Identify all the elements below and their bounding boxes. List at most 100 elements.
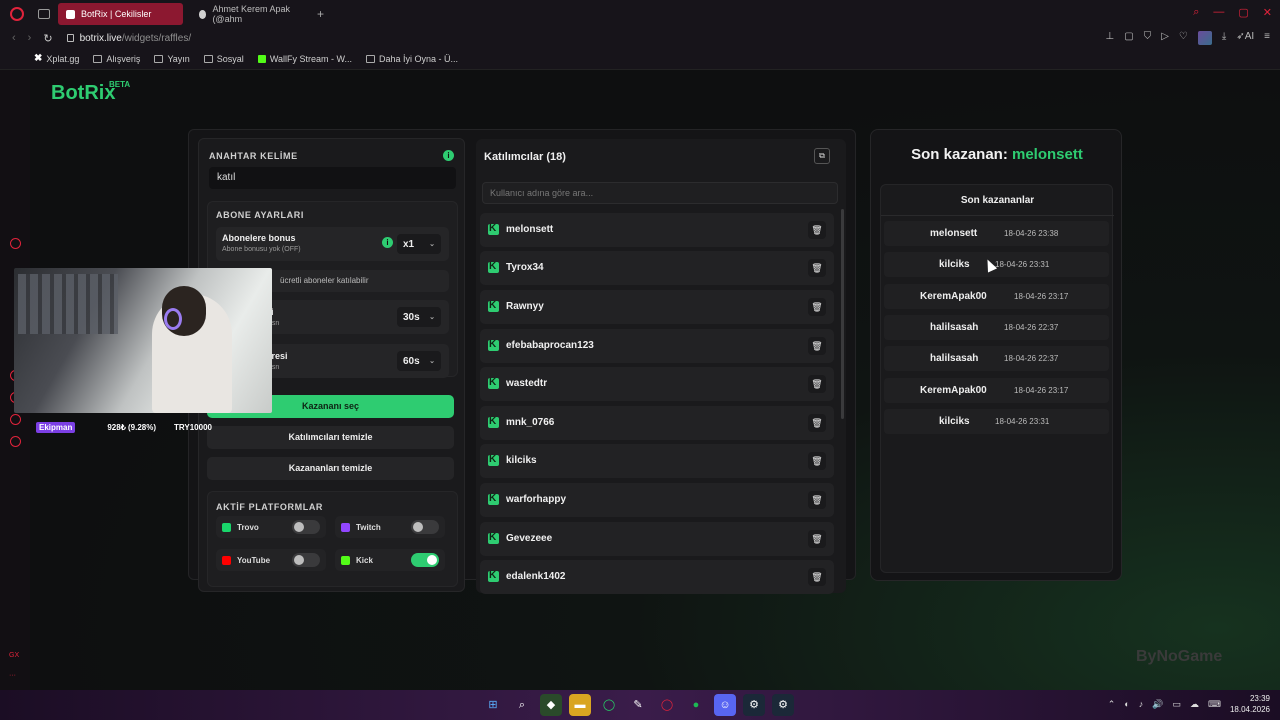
duration-select-2[interactable]: 60s ⌄ (397, 351, 441, 371)
chevron-up-icon[interactable]: ⌃ (1108, 699, 1116, 710)
kick-icon (488, 223, 499, 235)
bookmark-broadcast[interactable]: Yayın (154, 54, 190, 64)
settings-icon[interactable] (10, 436, 21, 447)
back-icon[interactable]: ‹ (12, 32, 16, 44)
search-icon[interactable]: ⌕ (511, 694, 533, 716)
paint-icon[interactable]: ✎ (627, 694, 649, 716)
bookmark-wallfy[interactable]: WallFy Stream - W... (257, 54, 352, 64)
pin-icon[interactable]: ⊥ (1106, 31, 1115, 45)
participant-name: kilciks (506, 455, 537, 466)
opera-logo-icon[interactable] (10, 7, 24, 21)
active-platforms: AKTİF PLATFORMLAR Trovo Twitch YouTube K… (207, 491, 458, 587)
url-field[interactable]: botrix.live/widgets/raffles/ (66, 33, 191, 44)
snapshot-icon[interactable]: ▢ (1124, 31, 1133, 45)
cloud-icon[interactable]: ☁ (1190, 699, 1199, 710)
spotify-icon[interactable]: ● (685, 694, 707, 716)
windows-start-icon[interactable]: ⊞ (482, 694, 504, 716)
winner-name: halilsasah (930, 353, 979, 364)
download-icon[interactable]: ⤓ (1222, 31, 1226, 45)
trash-icon[interactable]: 🗑 (808, 337, 826, 355)
close-icon[interactable]: ✕ (1263, 6, 1272, 19)
profile-avatar[interactable] (1197, 31, 1212, 45)
platform-label: Trovo (237, 522, 259, 532)
workspaces-icon[interactable] (38, 9, 50, 19)
discord-icon[interactable]: ☺ (714, 694, 736, 716)
file-explorer-icon[interactable]: ▬ (569, 694, 591, 716)
steam-icon[interactable]: ⚙ (743, 694, 765, 716)
info-icon[interactable]: i (443, 150, 454, 161)
last-winner-name: melonsett (1012, 146, 1083, 163)
taskbar: ⊞ ⌕ ◆ ▬ ◯ ✎ ◯ ● ☺ ⚙ ⚙ ⌃ ◐ ♪ 🔊 ▭ ☁ ⌨ 23:3… (0, 690, 1280, 720)
bookmark-play-better[interactable]: Daha İyi Oyna - Ü... (365, 54, 458, 64)
botrix-favicon-icon (66, 9, 75, 19)
address-bar: ‹ › ↻ botrix.live/widgets/raffles/ ⊥ ▢ ⛉… (0, 28, 1280, 48)
menu-icon[interactable]: ≡ (1264, 31, 1270, 45)
folder-icon (154, 54, 164, 63)
opera-gx-icon[interactable]: ◯ (656, 694, 678, 716)
trash-icon[interactable]: 🗑 (808, 491, 826, 509)
tab-botrix[interactable]: BotRix | Cekilisler (58, 3, 183, 25)
minimize-icon[interactable]: — (1213, 6, 1224, 19)
overlay-chip: Ekipman (36, 421, 76, 433)
botrix-logo[interactable]: BotRix BETA (51, 80, 130, 105)
app-icon[interactable]: ◆ (540, 694, 562, 716)
twitch-toggle[interactable] (411, 520, 439, 534)
steam-icon[interactable]: ⚙ (772, 694, 794, 716)
whatsapp-icon[interactable]: ◯ (598, 694, 620, 716)
app-tray-icon[interactable]: ◐ (1124, 699, 1129, 709)
bookmark-shopping[interactable]: Alışveriş (93, 54, 140, 64)
participant-name: wastedtr (506, 378, 548, 389)
heart-icon[interactable]: ♡ (1179, 31, 1188, 45)
maximize-icon[interactable]: ▢ (1238, 6, 1248, 19)
trash-icon[interactable]: 🗑 (808, 452, 826, 470)
play-icon[interactable]: ▷ (1161, 31, 1169, 45)
gx-corner-icon[interactable] (10, 238, 21, 249)
bookmark-label: Sosyal (216, 53, 244, 64)
duration-select-1[interactable]: 30s ⌄ (397, 307, 441, 327)
bookmark-social[interactable]: Sosyal (203, 53, 244, 64)
trash-icon[interactable]: 🗑 (808, 375, 826, 393)
participant-search-input[interactable]: Kullanıcı adına göre ara... (482, 182, 838, 204)
keyboard-icon[interactable]: ⌨ (1208, 699, 1221, 710)
speaker-icon[interactable]: 🔊 (1152, 699, 1163, 710)
kick-toggle[interactable] (411, 553, 439, 567)
reload-icon[interactable]: ↻ (43, 32, 52, 45)
trash-icon[interactable]: 🗑 (808, 568, 826, 586)
winner-name: melonsett (930, 228, 978, 239)
network-icon[interactable]: ▭ (1172, 699, 1181, 710)
trash-icon[interactable]: 🗑 (808, 530, 826, 548)
bookmark-label: Xplat.gg (46, 53, 80, 64)
forward-icon[interactable]: › (28, 32, 32, 44)
trash-icon[interactable]: 🗑 (808, 221, 826, 239)
more-icon[interactable]: ··· (9, 672, 16, 679)
trash-icon[interactable]: 🗑 (808, 414, 826, 432)
subscriber-bonus-row: Abonelere bonus Abone bonusu yok (OFF) i… (216, 227, 449, 261)
bookmark-xplat[interactable]: ✖ Xplat.gg (34, 53, 79, 64)
system-clock[interactable]: 23:39 18.04.2026 (1230, 693, 1270, 715)
recent-winners: Son kazananlar melonsett 18-04-26 23:38 k… (880, 184, 1114, 573)
bonus-info-icon[interactable]: i (382, 237, 393, 248)
shield-icon[interactable]: ⛉ (1144, 31, 1152, 45)
bonus-multiplier-select[interactable]: x1 ⌄ (397, 234, 441, 254)
keyword-input[interactable]: katıl (209, 167, 456, 189)
clear-winners-button[interactable]: Kazananları temizle (207, 457, 454, 480)
player-icon[interactable] (10, 414, 21, 425)
youtube-toggle[interactable] (292, 553, 320, 567)
participants-scrollbar[interactable] (841, 209, 844, 419)
aria-ai-button[interactable]: ➶AI (1236, 31, 1254, 45)
new-tab-button[interactable]: + (317, 7, 324, 21)
participant-name: Rawnyy (506, 301, 544, 312)
kick-icon (341, 555, 350, 565)
trash-icon[interactable]: 🗑 (808, 259, 826, 277)
winners-panel: Son kazanan: melonsett Son kazananlar me… (870, 129, 1122, 581)
participant-name: Gevezeee (506, 533, 553, 544)
winner-name: KeremApak00 (920, 385, 987, 396)
microphone-icon[interactable]: ♪ (1139, 699, 1144, 709)
trash-icon[interactable]: 🗑 (808, 298, 826, 316)
winner-time: 18-04-26 23:17 (1014, 292, 1069, 301)
participant-name: efebabaprocan123 (506, 340, 594, 351)
search-icon[interactable]: ⌕ (1193, 6, 1199, 19)
copy-icon[interactable]: ⧉ (814, 148, 830, 164)
tab-tiktok[interactable]: Ahmet Kerem Apak (@ahm (191, 3, 311, 25)
trovo-toggle[interactable] (292, 520, 320, 534)
